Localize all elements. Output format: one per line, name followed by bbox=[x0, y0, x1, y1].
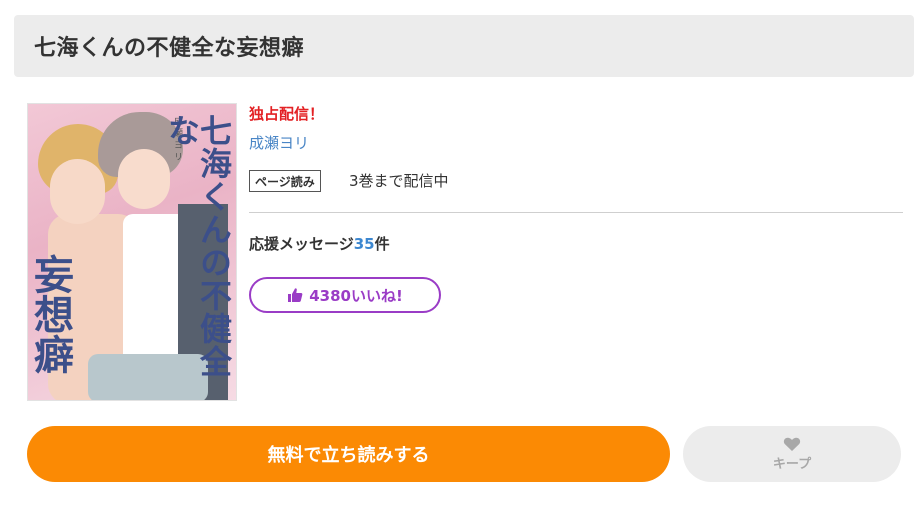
free-preview-button[interactable]: 無料で立ち読みする bbox=[27, 426, 670, 482]
support-suffix: 件 bbox=[374, 235, 390, 253]
like-label: 4380いいね! bbox=[309, 286, 403, 305]
cover-face-left bbox=[50, 159, 105, 224]
support-count: 35 bbox=[353, 235, 375, 253]
keep-button[interactable]: キープ bbox=[683, 426, 901, 482]
like-button[interactable]: 4380いいね! bbox=[249, 277, 441, 313]
title-bar: 七海くんの不健全な妄想癖 bbox=[14, 15, 914, 77]
volumes-available: 3巻まで配信中 bbox=[349, 172, 449, 190]
exclusive-label: 独占配信！ bbox=[249, 105, 325, 123]
heart-icon bbox=[783, 437, 801, 451]
cover-title: 七海くんの不健全な bbox=[163, 114, 233, 378]
support-messages[interactable]: 応援メッセージ35件 bbox=[249, 233, 390, 254]
divider bbox=[249, 212, 903, 213]
support-label: 応援メッセージ bbox=[249, 235, 354, 253]
book-cover-image[interactable]: 成瀬ヨリ 七海くんの不健全な 妄想癖 bbox=[27, 103, 237, 401]
keep-label: キープ bbox=[772, 457, 812, 472]
thumbs-up-icon bbox=[288, 288, 303, 302]
cover-title-2: 妄想癖 bbox=[27, 254, 74, 374]
page-title: 七海くんの不健全な妄想癖 bbox=[34, 36, 305, 61]
cover-face-right bbox=[118, 149, 170, 209]
format-badge: ページ読み bbox=[249, 170, 321, 192]
author-link[interactable]: 成瀬ヨリ bbox=[249, 132, 309, 153]
